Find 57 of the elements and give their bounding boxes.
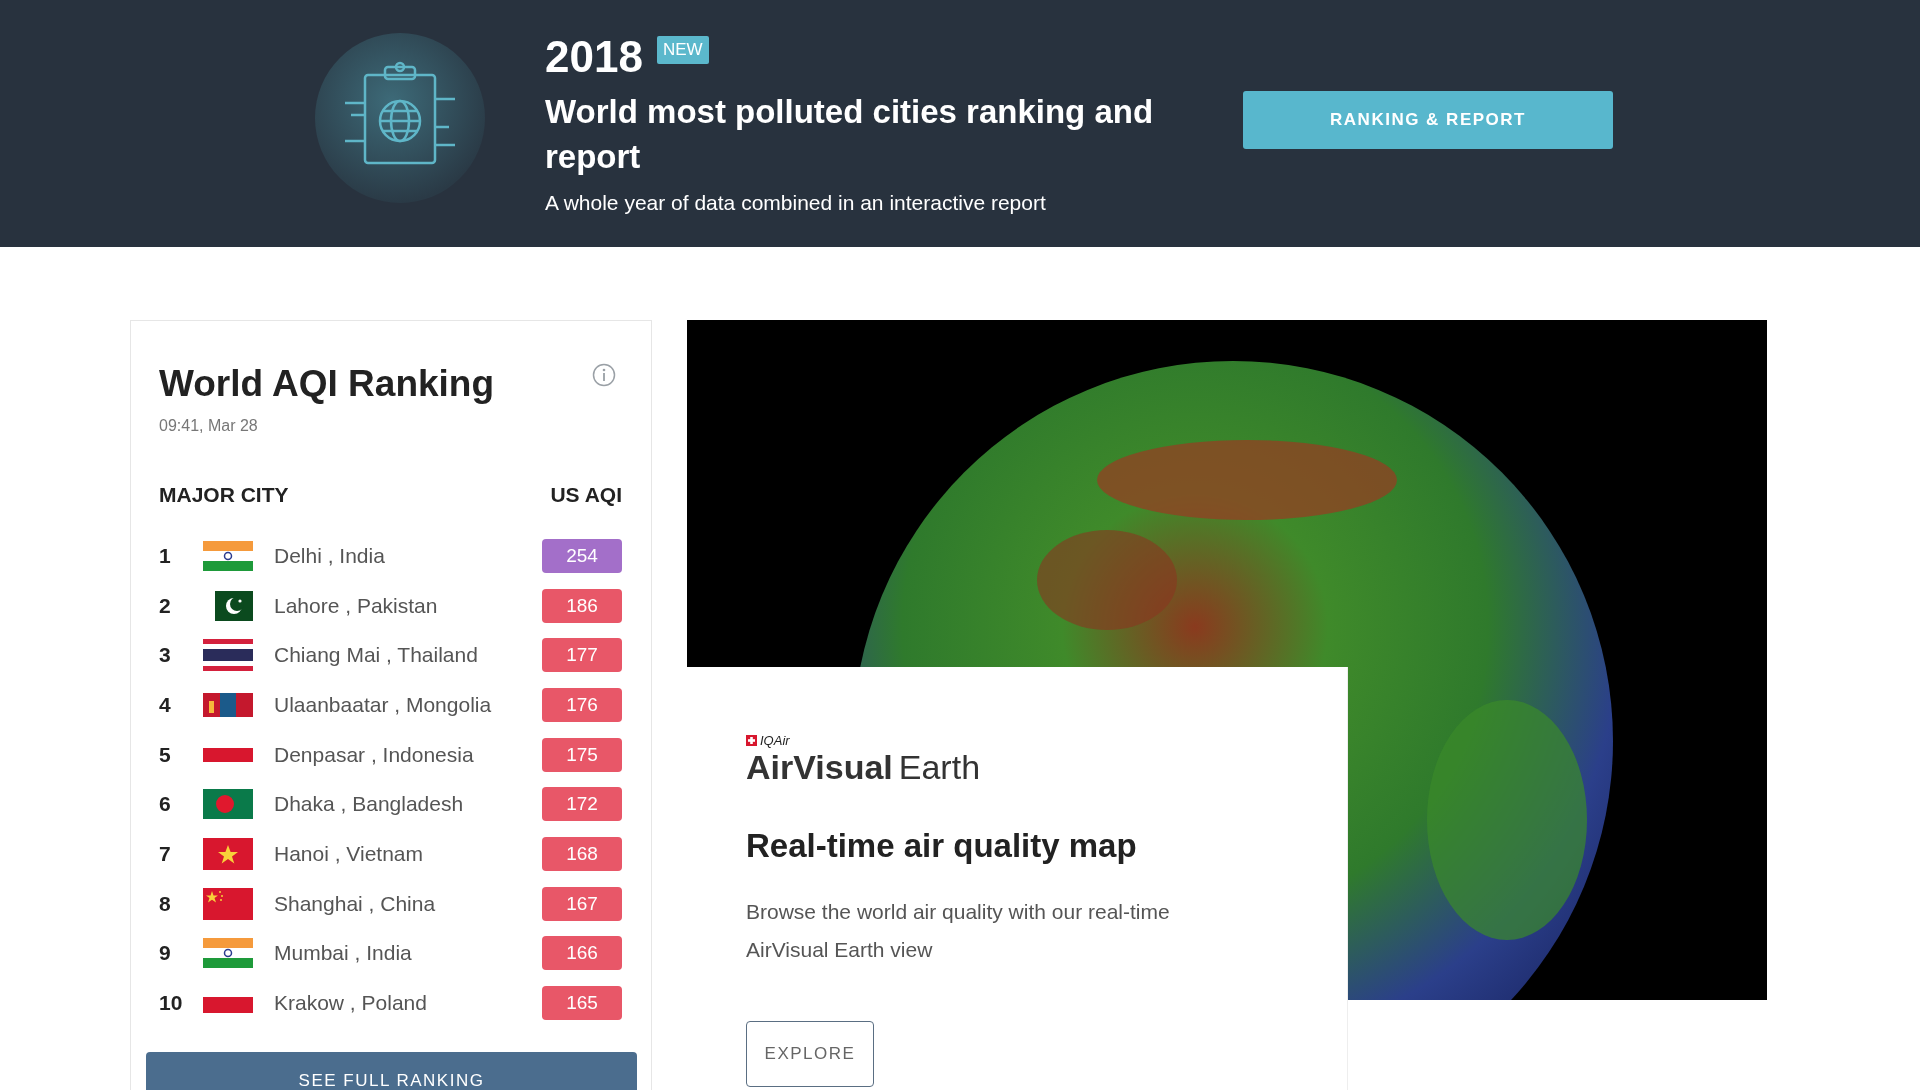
ranking-title: World AQI Ranking <box>159 363 495 405</box>
city-name[interactable]: Dhaka , Bangladesh <box>274 792 542 817</box>
aqi-badge: 166 <box>542 936 622 971</box>
rank-number: 7 <box>159 841 172 866</box>
rank-number: 5 <box>159 742 172 767</box>
city-name[interactable]: Denpasar , Indonesia <box>274 742 542 767</box>
flag-icon <box>203 938 253 969</box>
flag-icon <box>203 692 253 717</box>
aqi-badge: 165 <box>542 986 622 1021</box>
aqi-badge: 172 <box>542 787 622 822</box>
flag-icon <box>203 837 253 870</box>
rank-number: 2 <box>159 593 172 618</box>
flag-icon <box>203 639 253 672</box>
clipboard-globe-icon <box>315 33 485 203</box>
flag-icon <box>203 887 253 920</box>
aqi-badge: 186 <box>542 588 622 623</box>
flag-icon <box>203 540 253 571</box>
city-name[interactable]: Hanoi , Vietnam <box>274 841 542 866</box>
rank-number: 6 <box>159 792 172 817</box>
city-name[interactable]: Lahore , Pakistan <box>274 593 542 618</box>
rank-number: 9 <box>159 941 172 966</box>
banner-title: World most polluted cities ranking and report <box>545 92 1155 177</box>
city-name[interactable]: Delhi , India <box>274 543 542 568</box>
explore-button[interactable]: EXPLORE <box>746 1021 874 1087</box>
rank-number: 10 <box>159 991 184 1016</box>
aqi-badge: 176 <box>542 687 622 722</box>
rank-number: 8 <box>159 891 172 916</box>
rank-number: 3 <box>159 643 172 668</box>
aqi-badge: 175 <box>542 737 622 772</box>
earth-description: Browse the world air quality with our real-time AirVisual Earth view <box>746 899 1171 963</box>
brand-logo-text: IQAir <box>760 733 790 748</box>
swiss-cross-icon <box>746 735 757 746</box>
earth-title: Real-time air quality map <box>746 827 1138 865</box>
rank-number: 4 <box>159 692 172 717</box>
see-full-ranking-button[interactable]: SEE FULL RANKING <box>146 1051 637 1090</box>
aqi-badge: 168 <box>542 836 622 871</box>
new-badge: NEW <box>656 36 709 64</box>
city-name[interactable]: Krakow , Poland <box>274 991 542 1016</box>
column-header: US AQI <box>550 483 622 507</box>
banner-subtitle: A whole year of data combined in an interactive report <box>545 191 1047 215</box>
info-icon[interactable] <box>592 363 616 387</box>
update-time: 09:41, Mar 28 <box>159 417 259 435</box>
city-name[interactable]: Chiang Mai , Thailand <box>274 643 542 668</box>
aqi-badge: 254 <box>542 538 622 573</box>
city-name[interactable]: Shanghai , China <box>274 891 542 916</box>
column-header: MAJOR CITY <box>159 483 289 507</box>
city-name[interactable]: Mumbai , India <box>274 941 542 966</box>
flag-icon <box>215 590 253 621</box>
aqi-badge: 177 <box>542 638 622 673</box>
rank-number: 1 <box>159 543 172 568</box>
flag-icon <box>203 789 253 820</box>
aqi-badge: 167 <box>542 886 622 921</box>
flag-icon <box>203 747 253 762</box>
logo-name: Earth <box>898 748 981 787</box>
city-name[interactable]: Ulaanbaatar , Mongolia <box>274 692 542 717</box>
year-heading: 2018 <box>545 31 643 83</box>
logo-name-bold: AirVisual <box>746 748 893 787</box>
